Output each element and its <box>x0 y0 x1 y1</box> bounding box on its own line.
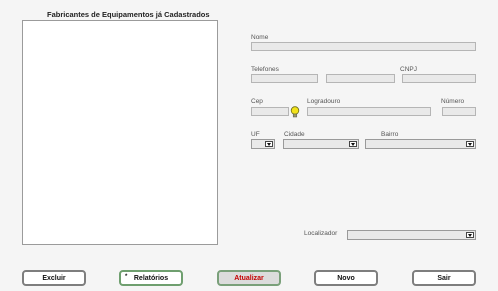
lightbulb-icon[interactable] <box>290 106 300 118</box>
logradouro-label: Logradouro <box>307 98 341 105</box>
sair-button[interactable]: Sair <box>412 270 476 286</box>
relatorios-button[interactable]: * Relatórios <box>119 270 183 286</box>
manufacturers-list[interactable] <box>22 20 218 245</box>
logradouro-field[interactable] <box>307 107 431 116</box>
list-title: Fabricantes de Equipamentos já Cadastrad… <box>47 10 210 19</box>
excluir-label: Excluir <box>42 274 66 282</box>
cnpj-field[interactable] <box>402 74 476 83</box>
cnpj-label: CNPJ <box>400 66 417 73</box>
relatorios-marker: * <box>125 274 128 280</box>
chevron-down-icon[interactable] <box>466 141 474 147</box>
localizador-select[interactable] <box>347 230 476 240</box>
localizador-label: Localizador <box>304 230 338 237</box>
bairro-label: Bairro <box>381 131 399 138</box>
numero-field[interactable] <box>442 107 476 116</box>
numero-label: Número <box>441 98 465 105</box>
chevron-down-icon[interactable] <box>265 141 273 147</box>
chevron-down-icon[interactable] <box>349 141 357 147</box>
nome-field[interactable] <box>251 42 476 51</box>
novo-label: Novo <box>337 274 355 282</box>
relatorios-label: Relatórios <box>133 274 169 282</box>
excluir-button[interactable]: Excluir <box>22 270 86 286</box>
atualizar-label: Atualizar <box>234 274 264 282</box>
uf-select[interactable] <box>251 139 275 149</box>
atualizar-button[interactable]: Atualizar <box>217 270 281 286</box>
telefone1-field[interactable] <box>251 74 318 83</box>
cidade-select[interactable] <box>283 139 359 149</box>
cidade-label: Cidade <box>284 131 305 138</box>
chevron-down-icon[interactable] <box>466 232 474 238</box>
cep-field[interactable] <box>251 107 289 116</box>
sair-label: Sair <box>437 274 451 282</box>
nome-label: Nome <box>251 34 269 41</box>
cep-label: Cep <box>251 98 263 105</box>
uf-label: UF <box>251 131 260 138</box>
telefone2-field[interactable] <box>326 74 395 83</box>
novo-button[interactable]: Novo <box>314 270 378 286</box>
telefones-label: Telefones <box>251 66 279 73</box>
bairro-select[interactable] <box>365 139 476 149</box>
